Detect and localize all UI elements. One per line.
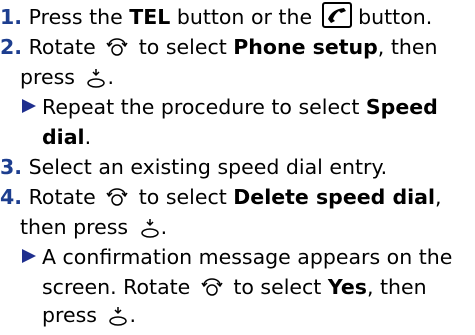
tel-label: TEL [129, 5, 171, 29]
step-2-cont: press . [20, 62, 114, 92]
step-number: 4. [0, 185, 23, 209]
step-text: . [107, 65, 115, 89]
step-text: screen. Rotate [42, 275, 197, 299]
step-3: 3. Select an existing speed dial entry. [0, 152, 387, 182]
step-text: , then [366, 275, 427, 299]
step-number: 3. [0, 155, 23, 179]
step-text: Repeat the procedure to select [42, 95, 366, 119]
step-text: press [20, 65, 82, 89]
knob-press-icon [85, 67, 107, 89]
step-text: to select [132, 35, 234, 59]
step-text: to select [226, 275, 328, 299]
step-2: 2. Rotate to select Phone setup, then [0, 32, 437, 62]
step-4: 4. Rotate to select Delete speed dial, [0, 182, 442, 212]
arrow-icon [22, 249, 36, 263]
step-text: . [84, 125, 92, 149]
knob-press-icon [139, 217, 161, 239]
speed-label: Speed [365, 95, 438, 119]
step-2-sub-cont: dial. [42, 122, 91, 152]
step-text: Rotate [28, 35, 103, 59]
knob-rotate-icon [106, 185, 128, 206]
step-text: Select an existing speed dial entry. [28, 155, 388, 179]
step-number: 2. [0, 35, 23, 59]
step-text: button or the [170, 5, 319, 29]
dial-label: dial [42, 125, 85, 149]
step-text: to select [132, 185, 234, 209]
arrow-icon [22, 99, 36, 113]
step-number: 1. [0, 5, 23, 29]
knob-press-icon [107, 305, 129, 327]
step-4-sub: A confirmation message appears on the [22, 242, 452, 272]
phone-button-icon [321, 2, 352, 28]
step-2-sub: Repeat the procedure to select Speed [22, 92, 438, 122]
knob-rotate-icon [106, 35, 128, 56]
step-text: button. [351, 5, 433, 29]
step-text: A confirmation message appears on the [42, 245, 453, 269]
step-text: then press [20, 215, 135, 239]
phone-setup-label: Phone setup [233, 35, 378, 59]
step-text: . [160, 215, 168, 239]
step-text: , [435, 185, 442, 209]
step-text: Rotate [28, 185, 103, 209]
step-text: , then [377, 35, 438, 59]
instruction-page: 1. Press the TEL button or the button. 2… [0, 0, 475, 327]
yes-label: Yes [327, 275, 367, 299]
step-text: Press the [28, 5, 130, 29]
step-1: 1. Press the TEL button or the button. [0, 2, 432, 32]
step-text: press [42, 303, 104, 327]
delete-speed-dial-label: Delete speed dial [233, 185, 436, 209]
step-text: . [129, 303, 137, 327]
knob-rotate-icon [201, 275, 223, 296]
step-4-cont: then press . [20, 212, 167, 242]
step-4-sub-cont2: press . [42, 300, 136, 330]
step-4-sub-cont: screen. Rotate to select Yes, then [42, 272, 427, 302]
